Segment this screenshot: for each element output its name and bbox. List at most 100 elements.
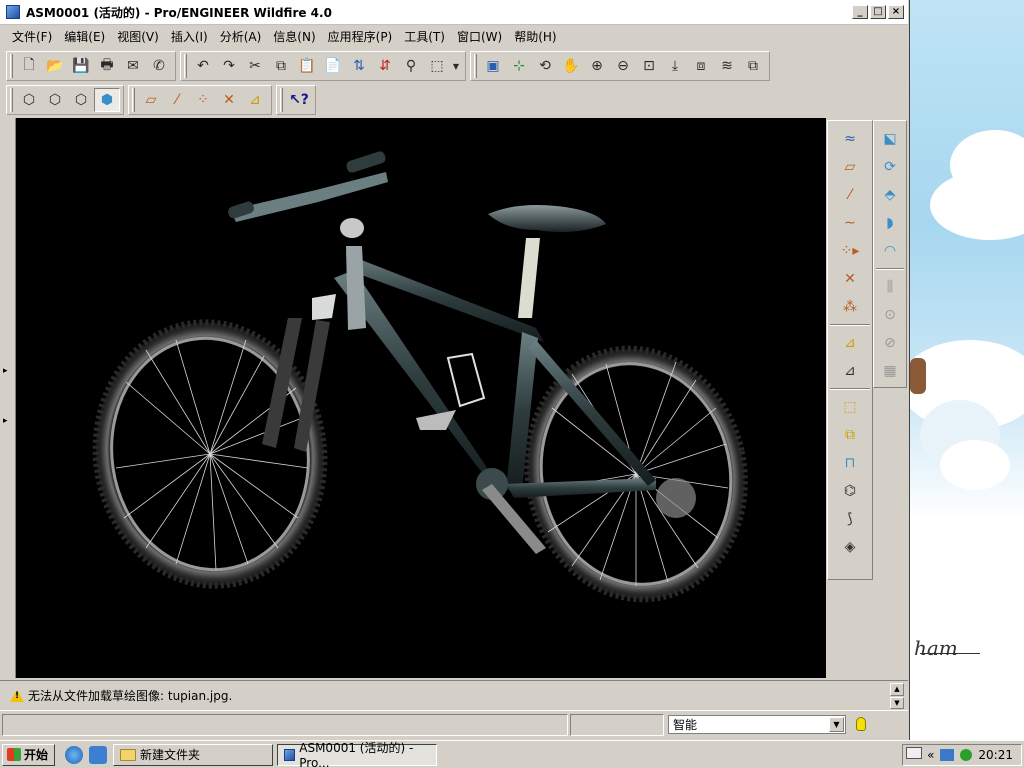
paste-icon[interactable]: 📋 [294,54,320,78]
menu-file[interactable]: 文件(F) [6,28,58,45]
start-label: 开始 [24,748,49,762]
find-icon[interactable]: ⚲ [398,54,424,78]
wireframe-icon[interactable]: ⬡ [16,88,42,112]
scroll-down-icon[interactable]: ▼ [890,696,904,709]
hidden-line-icon[interactable]: ⬡ [42,88,68,112]
tray-expand-icon[interactable]: « [927,748,934,762]
redo-icon[interactable]: ↷ [216,54,242,78]
new-icon[interactable]: 🗋 [16,54,42,78]
ie-icon[interactable] [65,745,84,764]
datum-plane-icon[interactable]: ▱ [835,153,865,181]
close-button[interactable]: × [888,5,904,19]
network-icon[interactable] [940,749,955,761]
insert-component-icon[interactable]: ⬚ [835,393,865,421]
datum-axis-display-icon[interactable]: ⁄ [164,88,190,112]
navigator-collapse-strip[interactable]: ▸ ▸ [0,118,16,678]
minimize-button[interactable]: _ [852,5,868,19]
trim-icon[interactable]: ⊘ [875,329,905,357]
scroll-up-icon[interactable]: ▲ [890,683,904,696]
csys-display-icon[interactable]: ✕ [216,88,242,112]
extrude-icon[interactable]: ⬘ [875,181,905,209]
create-component-icon[interactable]: ⧉ [835,421,865,449]
message-scrollbar[interactable]: ▲ ▼ [890,683,904,709]
save-icon[interactable]: 💾 [68,54,94,78]
array-icon[interactable]: ▦ [875,357,905,385]
sketch-tool-icon[interactable]: ≈ [835,125,865,153]
repaint-icon[interactable]: ▣ [480,54,506,78]
folder-icon [120,748,137,761]
refit-icon[interactable]: ⊡ [636,54,662,78]
selection-filter-select[interactable]: 智能 ▼ [668,715,846,734]
layers-icon[interactable]: ≋ [714,54,740,78]
screen: ham ASM0001 (活动的) - Pro/ENGINEER Wildfir… [0,0,1024,768]
orient-icon[interactable]: ⟲ [532,54,558,78]
select-box-icon[interactable]: ⬚ [424,54,450,78]
shading-icon[interactable]: ⬢ [94,88,120,112]
menu-tools[interactable]: 工具(T) [398,28,451,45]
main-toolbar: 🗋 📂 💾 🖶 ✉ ✆ ↶ ↷ ✂ ⧉ 📋 📄 ⇅ ⇵ ⚲ ⬚ ▼ ▣ ⊹ ⟲ … [0,49,774,83]
menu-info[interactable]: 信息(N) [267,28,321,45]
annotation-icon[interactable]: ⊿ [835,329,865,357]
reorient-icon[interactable]: ⤓ [662,54,688,78]
menu-edit[interactable]: 编辑(E) [58,28,111,45]
security-icon[interactable] [960,749,973,761]
menu-analysis[interactable]: 分析(A) [214,28,268,45]
maximize-button[interactable]: □ [870,5,886,19]
mirror-part-icon[interactable]: ⊓ [835,449,865,477]
view-toolbar: ▣ ⊹ ⟲ ✋ ⊕ ⊖ ⊡ ⤓ ⧈ ≋ ⧉ [470,51,770,81]
engineering-feature-toolbar: ⬕ ⟳ ⬘ ◗ ◠ ⫼ ⊙ ⊘ ▦ [873,120,907,388]
start-button[interactable]: 开始 [2,743,56,766]
datum-point-icon[interactable]: ⁘▸ [835,237,865,265]
hole-icon[interactable]: ⬕ [875,125,905,153]
email-icon[interactable]: ✆ [146,54,172,78]
show-desktop-icon[interactable] [89,745,108,764]
chevron-down-icon[interactable]: ▼ [829,717,844,732]
menu-applications[interactable]: 应用程序(P) [322,28,399,45]
menu-help[interactable]: 帮助(H) [508,28,562,45]
open-icon[interactable]: 📂 [42,54,68,78]
task-new-folder[interactable]: 新建文件夹 [113,743,274,766]
cut-feature-icon[interactable]: ◈ [835,533,865,561]
datum-plane-display-icon[interactable]: ▱ [138,88,164,112]
merge-icon[interactable]: ⊙ [875,301,905,329]
round-icon[interactable]: ◠ [875,237,905,265]
zoom-in-icon[interactable]: ⊕ [584,54,610,78]
datum-axis-icon[interactable]: ⁄ [835,181,865,209]
csys-icon[interactable]: ✕ [835,265,865,293]
copy-icon[interactable]: ⧉ [268,54,294,78]
menu-view[interactable]: 视图(V) [111,28,165,45]
pan-icon[interactable]: ✋ [558,54,584,78]
zoom-out-icon[interactable]: ⊖ [610,54,636,78]
appearance-icon[interactable]: ⧉ [740,54,766,78]
regenerate-manager-icon[interactable]: ⇵ [372,54,398,78]
undo-icon[interactable]: ↶ [190,54,216,78]
graphics-window[interactable] [16,118,826,678]
select-dropdown-icon[interactable]: ▼ [450,54,462,78]
menu-window[interactable]: 窗口(W) [451,28,508,45]
expand-browser-icon[interactable]: ▸ [3,416,8,426]
sweep-icon[interactable]: ◗ [875,209,905,237]
send-icon[interactable]: ✉ [120,54,146,78]
cut-icon[interactable]: ✂ [242,54,268,78]
datum-point-display-icon[interactable]: ⁘ [190,88,216,112]
spin-center-icon[interactable]: ⊹ [506,54,532,78]
offset-icon[interactable]: ⌬ [835,477,865,505]
annotation-display-icon[interactable]: ⊿ [242,88,268,112]
revolve-icon[interactable]: ⟳ [875,153,905,181]
context-help-icon[interactable]: ↖? [286,88,312,112]
paste-special-icon[interactable]: 📄 [320,54,346,78]
menu-insert[interactable]: 插入(I) [165,28,214,45]
task-proe[interactable]: ASM0001 (活动的) - Pro... [277,741,438,768]
view-manager-icon[interactable]: ⧈ [688,54,714,78]
analysis-feature-icon[interactable]: ⁂ [835,293,865,321]
bulb-icon[interactable] [856,717,866,731]
no-hidden-icon[interactable]: ⬡ [68,88,94,112]
skeleton-icon[interactable]: ⟆ [835,505,865,533]
datum-curve-icon[interactable]: ∼ [835,209,865,237]
regenerate-icon[interactable]: ⇅ [346,54,372,78]
pattern-icon[interactable]: ⫼ [875,273,905,301]
expand-navigator-icon[interactable]: ▸ [3,366,8,376]
annotation-edit-icon[interactable]: ⊿ [835,357,865,385]
print-icon[interactable]: 🖶 [94,54,120,78]
title-bar[interactable]: ASM0001 (活动的) - Pro/ENGINEER Wildfire 4.… [0,0,908,25]
